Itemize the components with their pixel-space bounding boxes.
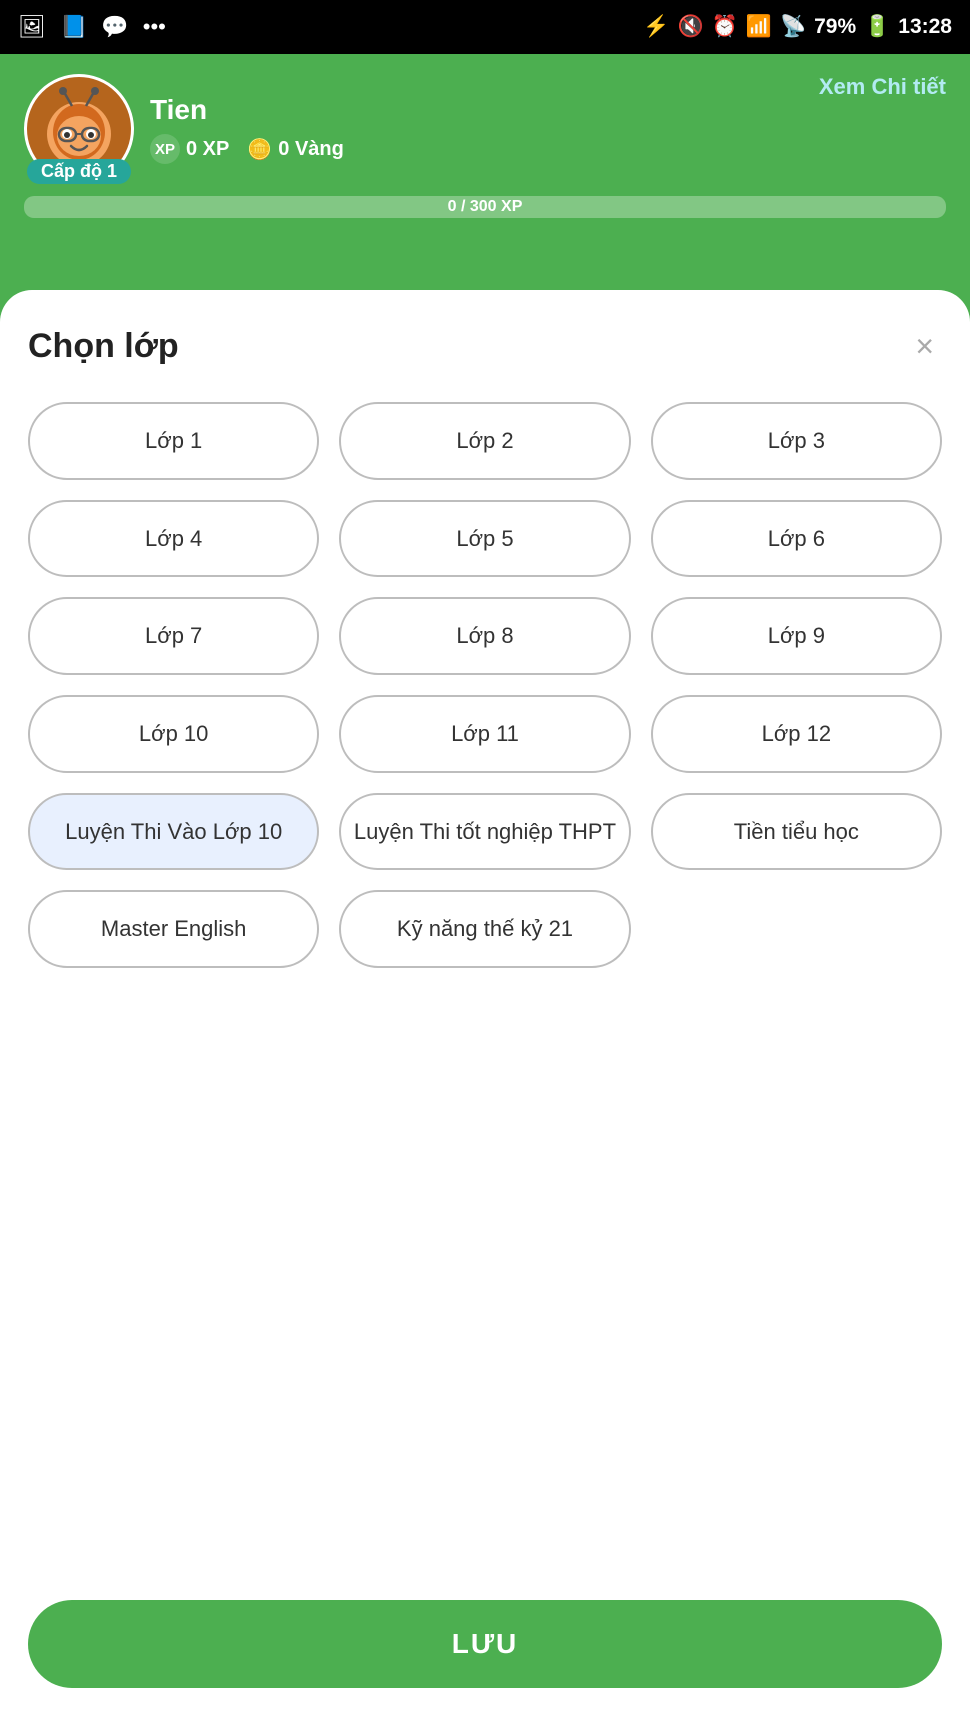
level-badge: Cấp độ 1 xyxy=(27,159,131,184)
modal-header: Chọn lớp × xyxy=(28,326,942,366)
grade-tien-tieu-hoc-button[interactable]: Tiền tiểu học xyxy=(651,793,942,871)
modal-title: Chọn lớp xyxy=(28,327,179,366)
profile-name: Tien xyxy=(150,94,344,126)
status-bar-right: ⚡ 🔇 ⏰ 📶 📡 79% 🔋 13:28 xyxy=(643,15,952,39)
facebook-icon: 📘 xyxy=(60,14,87,40)
grade-lop8-button[interactable]: Lớp 8 xyxy=(339,597,630,675)
grade-selection-modal: Chọn lớp × Lớp 1 Lớp 2 Lớp 3 Lớp 4 Lớp 5… xyxy=(0,290,970,1724)
profile-stats: XP 0 XP 🪙 0 Vàng xyxy=(150,134,344,164)
photo-icon: 🖼 xyxy=(18,14,46,40)
alarm-icon: ⏰ xyxy=(712,15,738,39)
grade-lop2-button[interactable]: Lớp 2 xyxy=(339,402,630,480)
grade-grid: Lớp 1 Lớp 2 Lớp 3 Lớp 4 Lớp 5 Lớp 6 Lớp … xyxy=(28,402,942,968)
grade-lop12-button[interactable]: Lớp 12 xyxy=(651,695,942,773)
status-bar: 🖼 📘 💬 ••• ⚡ 🔇 ⏰ 📶 📡 79% 🔋 13:28 xyxy=(0,0,970,54)
close-button[interactable]: × xyxy=(907,326,942,366)
wifi-icon: 📶 xyxy=(746,15,772,39)
grade-luyen-thi-vao-lop10-button[interactable]: Luyện Thi Vào Lớp 10 xyxy=(28,793,319,871)
grade-master-english-button[interactable]: Master English xyxy=(28,890,319,968)
xp-icon: XP xyxy=(150,134,180,164)
profile-left: Cấp độ 1 Tien XP 0 XP 🪙 0 Vàng xyxy=(24,74,344,184)
avatar-wrap: Cấp độ 1 xyxy=(24,74,134,184)
xp-bar-label: 0 / 300 XP xyxy=(448,198,523,216)
save-button-wrap: LƯU xyxy=(0,1580,970,1724)
xp-progress-bar: 0 / 300 XP xyxy=(24,196,946,218)
xp-stat: XP 0 XP xyxy=(150,134,229,164)
mute-icon: 🔇 xyxy=(677,15,703,39)
messenger-icon: 💬 xyxy=(101,14,128,40)
battery-icon: 🔋 xyxy=(864,15,890,39)
grade-ky-nang-the-ky-21-button[interactable]: Kỹ năng thế kỷ 21 xyxy=(339,890,630,968)
gold-icon: 🪙 xyxy=(247,137,272,162)
grade-lop9-button[interactable]: Lớp 9 xyxy=(651,597,942,675)
profile-info: Tien XP 0 XP 🪙 0 Vàng xyxy=(150,94,344,164)
more-icon: ••• xyxy=(143,14,166,40)
save-button[interactable]: LƯU xyxy=(28,1600,942,1688)
grade-lop6-button[interactable]: Lớp 6 xyxy=(651,500,942,578)
grade-lop3-button[interactable]: Lớp 3 xyxy=(651,402,942,480)
grade-lop5-button[interactable]: Lớp 5 xyxy=(339,500,630,578)
time-label: 13:28 xyxy=(898,15,952,39)
grade-lop10-button[interactable]: Lớp 10 xyxy=(28,695,319,773)
signal-icon: 📡 xyxy=(780,15,806,39)
profile-header: Cấp độ 1 Tien XP 0 XP 🪙 0 Vàng Xem Chi t… xyxy=(0,54,970,234)
grade-lop7-button[interactable]: Lớp 7 xyxy=(28,597,319,675)
gold-stat: 🪙 0 Vàng xyxy=(247,137,343,162)
gold-value: 0 Vàng xyxy=(278,138,344,161)
bluetooth-icon: ⚡ xyxy=(643,15,669,39)
grade-lop11-button[interactable]: Lớp 11 xyxy=(339,695,630,773)
battery-label: 79% xyxy=(814,15,856,39)
grade-lop1-button[interactable]: Lớp 1 xyxy=(28,402,319,480)
grade-lop4-button[interactable]: Lớp 4 xyxy=(28,500,319,578)
xp-value: 0 XP xyxy=(186,138,229,161)
grade-luyen-thi-tot-nghiep-button[interactable]: Luyện Thi tốt nghiệp THPT xyxy=(339,793,630,871)
view-detail-link[interactable]: Xem Chi tiết xyxy=(819,74,946,100)
status-bar-left: 🖼 📘 💬 ••• xyxy=(18,14,166,40)
